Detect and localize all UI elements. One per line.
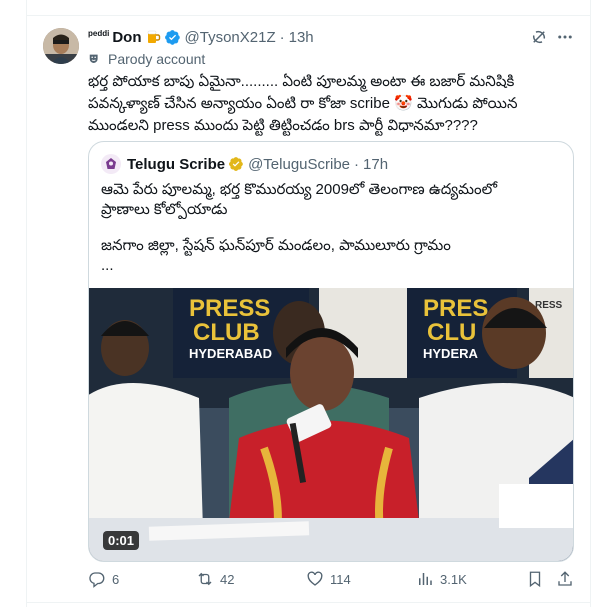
banner-word: CLU xyxy=(427,319,476,346)
views-chart-icon xyxy=(419,573,432,585)
quoted-text-line: ఆమె పేరు పూలమ్మ, భర్త కొమురయ్య 2009లో తె… xyxy=(101,181,498,198)
tweet-text-line: పవన్కళ్యాణ్ చేసిన అన్యాయం ఏంటి రా కోజా s… xyxy=(88,95,518,112)
bookmark-icon xyxy=(529,571,541,588)
banner-word: CLUB xyxy=(193,319,260,346)
grok-icon[interactable] xyxy=(530,28,548,46)
separator-dot: · xyxy=(279,28,285,46)
tweet-text-line: ముండలని press ముందు పెట్టి తిట్టించడం br… xyxy=(88,117,478,134)
like-button[interactable]: 114 xyxy=(306,570,351,588)
more-options-icon[interactable] xyxy=(556,28,574,46)
display-name-text: Don xyxy=(112,28,142,46)
video-player[interactable]: PRESS CLUB HYDERABAD PRES CLU HYDERA RES… xyxy=(89,288,573,561)
like-count: 114 xyxy=(330,571,351,587)
bookmark-button[interactable] xyxy=(526,570,550,588)
repost-count: 42 xyxy=(220,571,235,587)
quoted-text-line: ప్రాణాలు కోల్పోయాడు xyxy=(101,201,228,218)
display-name[interactable]: peddi Don xyxy=(88,29,142,46)
reply-button[interactable]: 6 xyxy=(88,570,119,588)
quoted-text-line: ... xyxy=(101,257,114,274)
quoted-tweet-text: ఆమె పేరు పూలమ్మ, భర్త కొమురయ్య 2009లో తె… xyxy=(101,180,561,276)
timeline-border-left xyxy=(26,0,27,607)
repost-button[interactable]: 42 xyxy=(196,570,234,588)
timeline-border-right xyxy=(590,0,591,607)
share-button[interactable] xyxy=(556,570,580,588)
banner-word: RESS xyxy=(535,300,563,311)
tweet-header: peddi Don @TysonX21Z · 13h xyxy=(88,27,314,47)
parody-label: Parody account xyxy=(88,51,205,67)
reply-count: 6 xyxy=(112,571,120,587)
heart-icon xyxy=(307,571,323,586)
timestamp[interactable]: 13h xyxy=(289,29,314,46)
quoted-tweet-header: Telugu Scribe @TeluguScribe · 17h xyxy=(101,154,388,174)
action-bar: 6 42 114 3.1K xyxy=(88,570,574,590)
banner-word: HYDERABAD xyxy=(189,346,272,361)
quoted-display-name[interactable]: Telugu Scribe xyxy=(127,156,225,173)
bottom-divider xyxy=(26,602,591,603)
quoted-avatar[interactable] xyxy=(101,154,121,174)
display-name-prefix: peddi xyxy=(88,28,110,38)
quoted-tweet[interactable]: Telugu Scribe @TeluguScribe · 17h ఆమె పే… xyxy=(88,141,574,562)
repost-icon xyxy=(198,572,212,586)
tweet-text: భర్త పోయాక బాపు ఏమైనా......... ఏంటి పూలమ… xyxy=(88,71,578,137)
quoted-timestamp[interactable]: 17h xyxy=(363,156,388,173)
quoted-handle[interactable]: @TeluguScribe xyxy=(248,156,350,173)
avatar[interactable] xyxy=(43,28,79,64)
gold-verified-badge-icon[interactable] xyxy=(228,156,244,172)
views-button[interactable]: 3.1K xyxy=(416,570,467,588)
beer-mug-icon xyxy=(145,29,161,45)
theater-masks-icon xyxy=(89,54,98,63)
views-count: 3.1K xyxy=(440,571,467,587)
tweet-text-line: భర్త పోయాక బాపు ఏమైనా......... ఏంటి పూలమ… xyxy=(88,73,515,90)
video-thumbnail: PRESS CLUB HYDERABAD PRES CLU HYDERA RES… xyxy=(89,288,573,561)
video-duration: 0:01 xyxy=(103,531,140,550)
separator-dot: · xyxy=(354,155,360,173)
quoted-text-line: జనగాం జిల్లా, స్టేషన్ ఘన్‌పూర్ మండలం, పా… xyxy=(101,237,451,254)
banner-word: PRESS xyxy=(189,295,270,322)
top-divider xyxy=(26,15,591,16)
parody-account-text: Parody account xyxy=(108,51,206,67)
handle[interactable]: @TysonX21Z xyxy=(185,29,276,46)
reply-icon xyxy=(89,572,105,588)
banner-word: PRES xyxy=(423,295,488,322)
banner-word: HYDERA xyxy=(423,346,479,361)
share-icon xyxy=(558,571,572,586)
verified-badge-icon[interactable] xyxy=(164,29,181,46)
